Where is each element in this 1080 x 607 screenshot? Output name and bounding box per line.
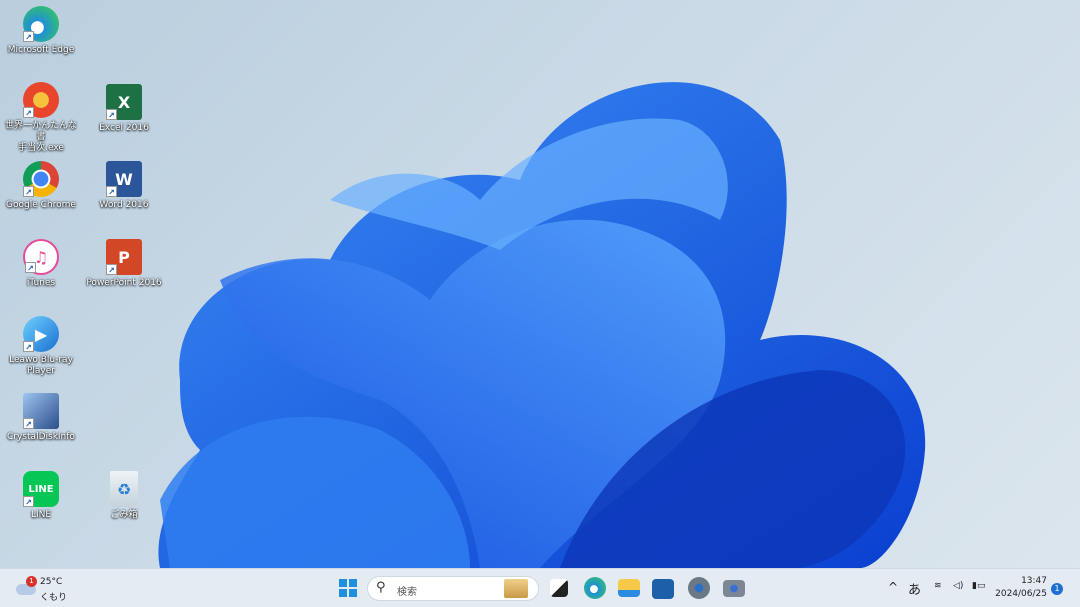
desktop-icon-app[interactable]: ↗ 世界一かんたんな書 手当次.exe — [1, 82, 81, 154]
desktop-icon-line[interactable]: LINE ↗ LINE — [1, 471, 81, 521]
taskbar-edge-button[interactable] — [584, 577, 606, 599]
search-box[interactable]: ⚲ 検索 — [367, 576, 539, 601]
desktop-icon-powerpoint[interactable]: P ↗ PowerPoint 2016 — [84, 239, 164, 289]
line-icon: LINE ↗ — [23, 471, 59, 507]
word-icon: W ↗ — [106, 161, 142, 197]
clock[interactable]: 13:47 2024/06/25 — [995, 576, 1047, 599]
clock-time: 13:47 — [1021, 576, 1047, 586]
crystaldiskinfo-icon: ↗ — [23, 393, 59, 429]
edge-icon: ↗ — [23, 6, 59, 42]
search-highlight-icon — [504, 579, 528, 598]
weather-condition: くもり — [40, 593, 68, 603]
task-view-button[interactable] — [550, 579, 568, 597]
recycle-bin-icon: ♻ — [110, 471, 138, 507]
desktop-icon-itunes[interactable]: ♫ ↗ iTunes — [1, 239, 81, 289]
notification-badge[interactable]: 1 — [1051, 583, 1063, 595]
taskbar: 1 25°C くもり ⚲ 検索 ^ あ ≋ ◁) ▮▭ 13:47 2024/0… — [0, 568, 1080, 607]
search-placeholder: 検索 — [397, 587, 417, 598]
desktop-icon-chrome[interactable]: ↗ Google Chrome — [1, 161, 81, 211]
volume-icon[interactable]: ◁) — [953, 581, 963, 591]
desktop-icon-crystaldiskinfo[interactable]: ↗ CrystalDiskInfo — [1, 393, 81, 443]
desktop-icon-edge[interactable]: ↗ Microsoft Edge — [1, 6, 81, 56]
start-button[interactable] — [337, 577, 359, 599]
clock-date: 2024/06/25 — [995, 589, 1047, 599]
microsoft-store-button[interactable] — [652, 579, 674, 599]
desktop-icon-excel[interactable]: X ↗ Excel 2016 — [84, 84, 164, 134]
file-explorer-button[interactable] — [618, 579, 640, 597]
app-spinning-top-icon: ↗ — [23, 82, 59, 118]
weather-temp: 25°C — [40, 577, 63, 587]
show-hidden-icons-chevron-icon[interactable]: ^ — [888, 580, 898, 594]
chrome-icon: ↗ — [23, 161, 59, 197]
powerpoint-icon: P ↗ — [106, 239, 142, 275]
ime-indicator[interactable]: あ — [908, 579, 921, 598]
weather-widget[interactable]: 1 25°C くもり — [14, 574, 74, 604]
desktop-icon-leawo[interactable]: ▶ ↗ Leawo Blu-ray Player — [1, 316, 81, 377]
settings-button[interactable] — [688, 577, 710, 599]
itunes-icon: ♫ ↗ — [23, 239, 59, 275]
weather-badge: 1 — [26, 576, 37, 587]
desktop-icon-word[interactable]: W ↗ Word 2016 — [84, 161, 164, 211]
battery-icon[interactable]: ▮▭ — [972, 581, 985, 591]
wifi-icon[interactable]: ≋ — [934, 581, 942, 591]
windows-logo-icon — [339, 579, 347, 587]
leawo-player-icon: ▶ ↗ — [23, 316, 59, 352]
camera-button[interactable] — [723, 580, 745, 597]
desktop-icon-recycle-bin[interactable]: ♻ ごみ箱 — [84, 471, 164, 521]
search-icon: ⚲ — [376, 580, 386, 595]
excel-icon: X ↗ — [106, 84, 142, 120]
